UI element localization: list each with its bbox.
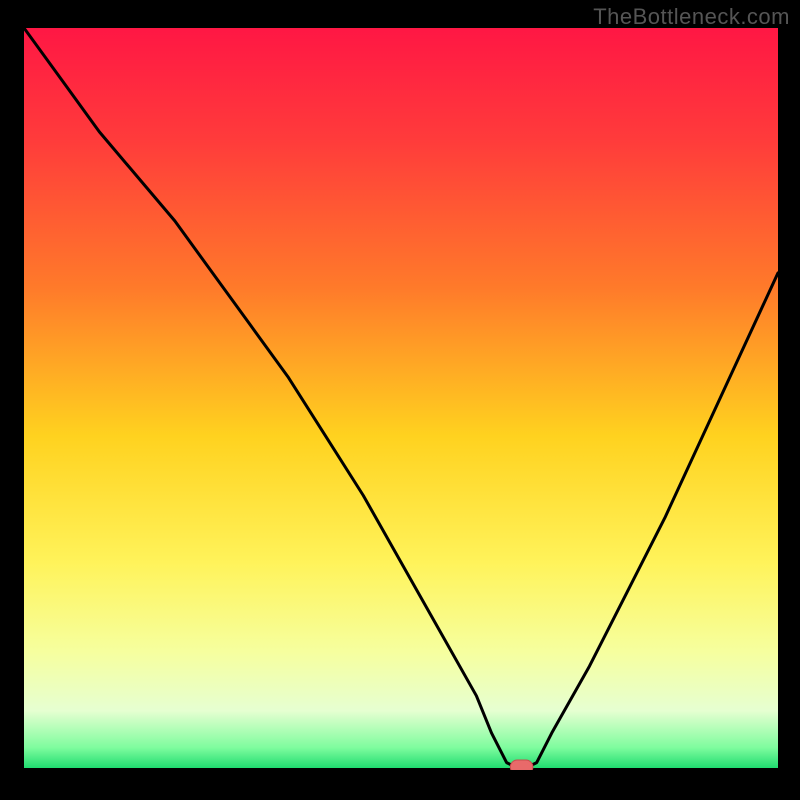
gradient-background [24, 28, 778, 770]
chart-frame: TheBottleneck.com [0, 0, 800, 800]
watermark-text: TheBottleneck.com [593, 4, 790, 30]
optimal-marker [510, 760, 533, 770]
bottleneck-chart [24, 28, 778, 770]
